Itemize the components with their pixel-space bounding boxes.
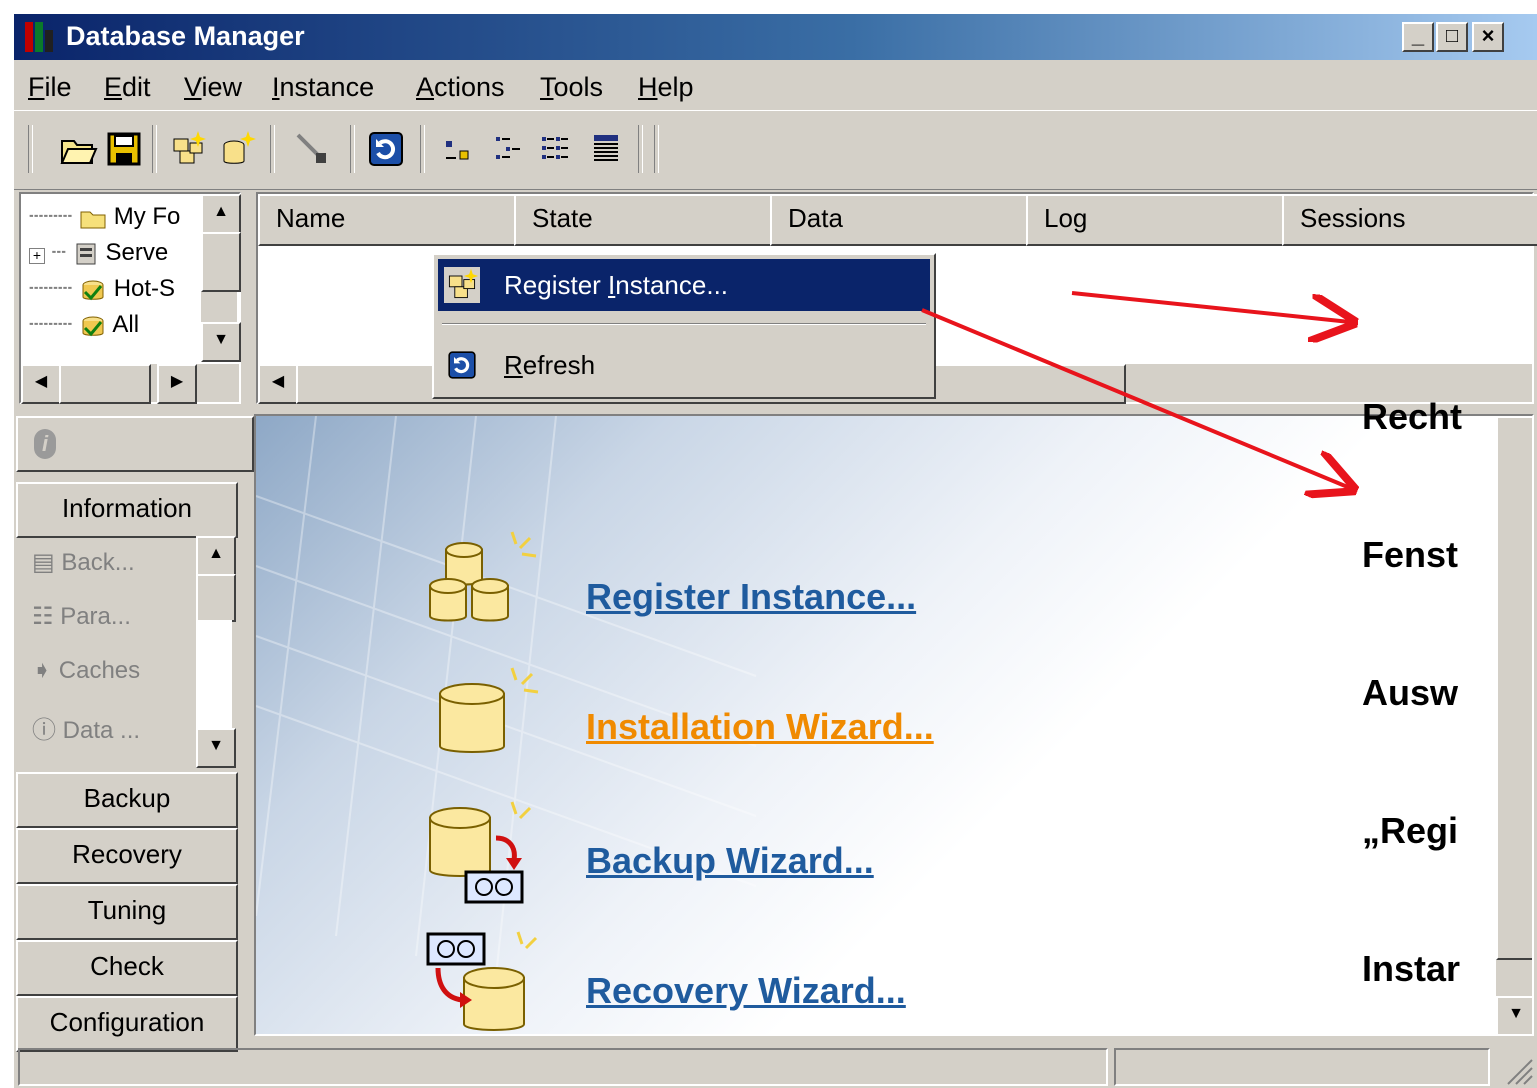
annotation-arrows	[921, 291, 1537, 1088]
annotation-text: Recht Fenst Ausw „Regi Instar	[1362, 396, 1463, 989]
arrow-to-list-view	[1071, 291, 1350, 322]
arrow-to-register-instance	[921, 308, 1350, 488]
